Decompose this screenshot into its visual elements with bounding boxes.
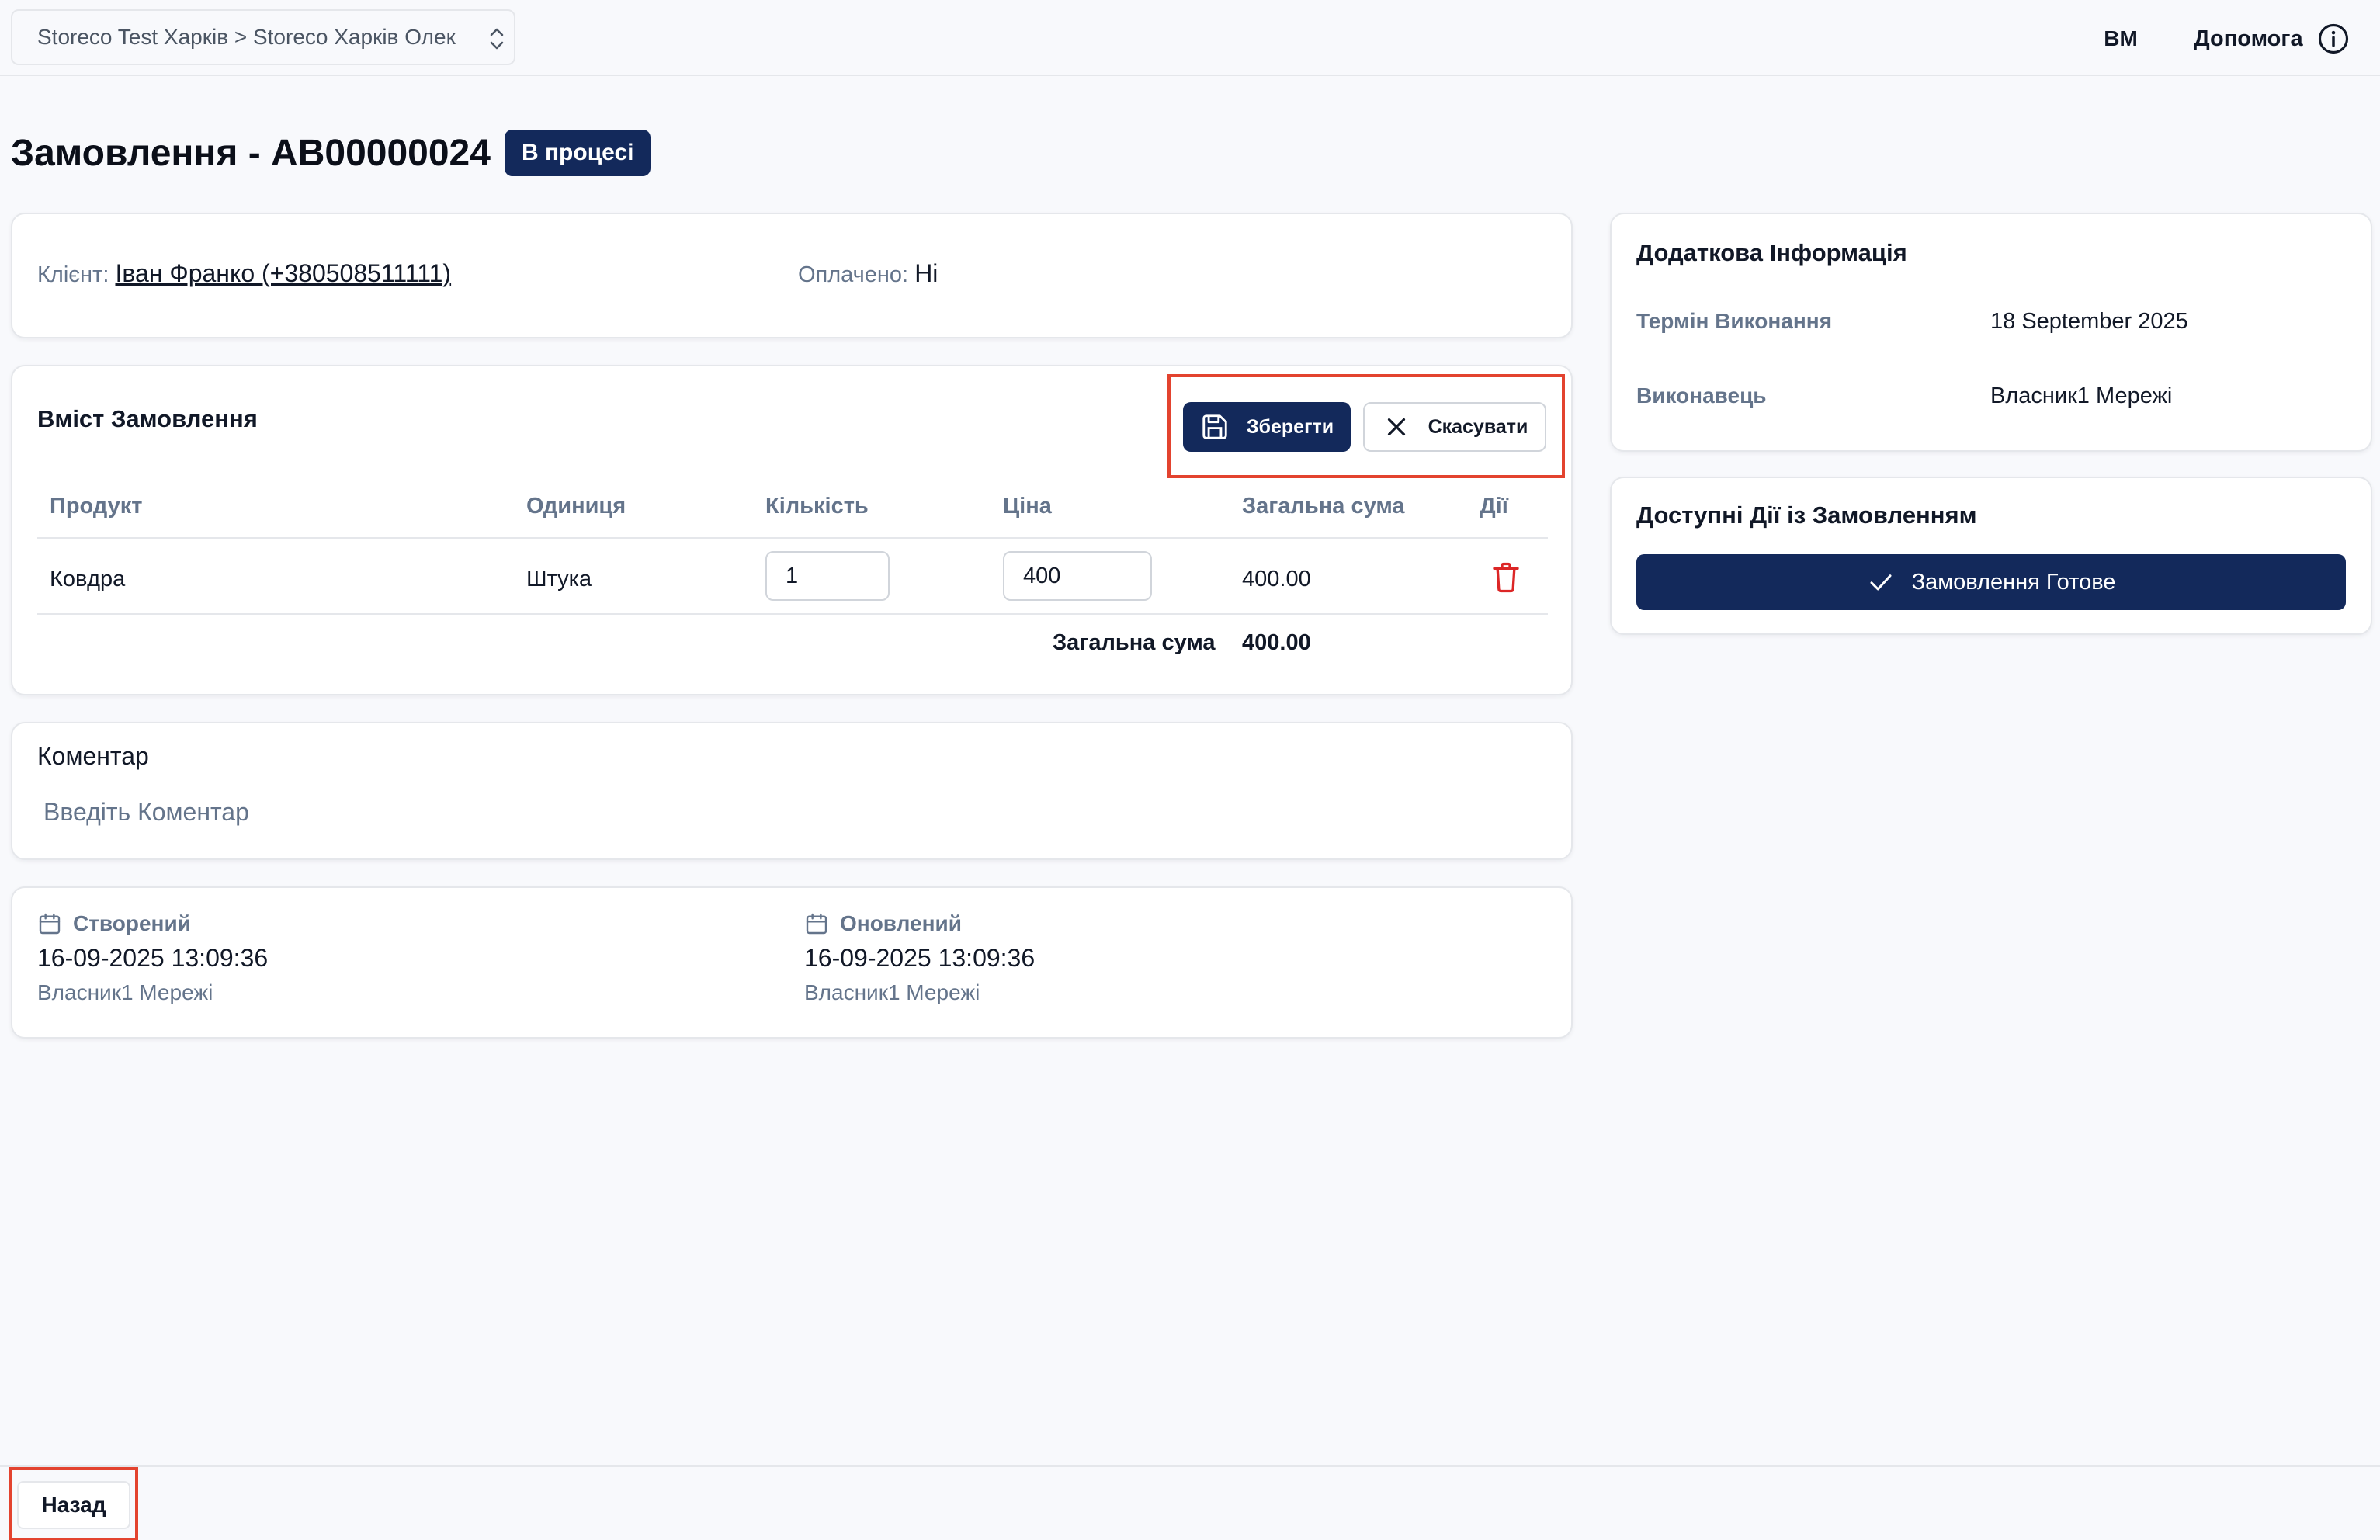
executor-label: Виконавець xyxy=(1636,383,1767,408)
quantity-input[interactable]: 1 xyxy=(765,551,890,601)
check-icon xyxy=(1870,574,1892,591)
order-ready-button[interactable]: Замовлення Готове xyxy=(1636,554,2346,610)
created-label: Створений xyxy=(73,911,191,935)
order-content-card: Вміст Замовлення Зберегти Скасувати Прод… xyxy=(11,365,1573,695)
column-header-price: Ціна xyxy=(1003,494,1052,519)
store-selector-label: Storeco Test Харків > Storeco Харків Оле… xyxy=(37,25,456,49)
paid-value: Ні xyxy=(914,259,938,287)
back-button[interactable]: Назад xyxy=(17,1481,130,1529)
grand-total-label: Загальна сума xyxy=(1053,630,1216,655)
created-by: Власник1 Мережі xyxy=(37,980,213,1004)
save-label: Зберегти xyxy=(1246,415,1334,438)
status-badge: В процесі xyxy=(504,130,651,176)
cell-product: Ковдра xyxy=(50,567,126,591)
store-selector[interactable]: Storeco Test Харків > Storeco Харків Оле… xyxy=(11,9,515,65)
column-header-total: Загальна сума xyxy=(1242,494,1405,519)
column-header-product: Продукт xyxy=(50,494,143,519)
bottom-bar: Назад xyxy=(0,1465,2380,1540)
column-header-actions: Дії xyxy=(1480,494,1508,519)
cell-unit: Штука xyxy=(526,567,592,591)
dates-card: Створений 16-09-2025 13:09:36 Власник1 М… xyxy=(11,886,1573,1039)
available-actions-card: Доступні Дії із Замовленням Замовлення Г… xyxy=(1610,477,2372,635)
calendar-icon xyxy=(806,913,827,935)
client-card: Клієнт: Іван Франко (+380508511111) Опла… xyxy=(11,213,1573,338)
deadline-value: 18 September 2025 xyxy=(1990,309,2188,334)
comment-card: Коментар Введіть Коментар xyxy=(11,722,1573,860)
page-header: Замовлення - AB00000024 В процесі xyxy=(11,127,651,179)
cancel-button[interactable]: Скасувати xyxy=(1363,402,1546,452)
additional-info-title: Додаткова Інформація xyxy=(1636,239,1907,266)
column-header-quantity: Кількість xyxy=(765,494,869,519)
executor-value: Власник1 Мережі xyxy=(1990,383,2173,408)
available-actions-title: Доступні Дії із Замовленням xyxy=(1636,501,1977,529)
table-header-divider xyxy=(37,537,1548,539)
client-field: Клієнт: Іван Франко (+380508511111) xyxy=(37,259,451,288)
price-input[interactable]: 400 xyxy=(1003,551,1152,601)
trash-icon[interactable] xyxy=(1490,560,1521,595)
deadline-label: Термін Виконання xyxy=(1636,309,1833,333)
table-row-divider xyxy=(37,613,1548,615)
updated-by: Власник1 Мережі xyxy=(804,980,980,1004)
client-label: Клієнт: xyxy=(37,262,109,287)
created-block: Створений 16-09-2025 13:09:36 Власник1 М… xyxy=(37,911,268,1005)
help-link[interactable]: Допомога xyxy=(2194,17,2350,61)
updated-block: Оновлений 16-09-2025 13:09:36 Власник1 М… xyxy=(804,911,1035,1005)
calendar-icon xyxy=(39,913,61,935)
close-icon xyxy=(1387,418,1405,436)
client-link[interactable]: Іван Франко (+380508511111) xyxy=(115,259,451,287)
paid-field: Оплачено: Ні xyxy=(798,259,938,288)
paid-label: Оплачено: xyxy=(798,262,909,287)
info-icon xyxy=(2318,23,2348,54)
updated-timestamp: 16-09-2025 13:09:36 xyxy=(804,944,1036,972)
updated-label: Оновлений xyxy=(840,911,962,935)
save-button[interactable]: Зберегти xyxy=(1183,402,1351,452)
cell-total: 400.00 xyxy=(1242,567,1311,591)
order-content-title: Вміст Замовлення xyxy=(37,405,258,432)
created-timestamp: 16-09-2025 13:09:36 xyxy=(37,944,269,972)
grand-total-value: 400.00 xyxy=(1242,630,1311,655)
comment-title: Коментар xyxy=(37,742,149,770)
top-bar: Storeco Test Харків > Storeco Харків Оле… xyxy=(0,0,2380,76)
avatar[interactable]: ВМ xyxy=(2097,16,2144,62)
order-ready-label: Замовлення Готове xyxy=(1911,569,2116,595)
help-label: Допомога xyxy=(2194,26,2303,51)
cancel-label: Скасувати xyxy=(1428,415,1528,438)
page-title: Замовлення - AB00000024 xyxy=(11,132,491,174)
chevron-up-down-icon xyxy=(490,28,504,50)
save-icon xyxy=(1202,414,1227,439)
additional-info-card: Додаткова Інформація Термін Виконання 18… xyxy=(1610,213,2372,452)
column-header-unit: Одиниця xyxy=(526,494,626,519)
comment-input[interactable]: Введіть Коментар xyxy=(43,798,249,827)
